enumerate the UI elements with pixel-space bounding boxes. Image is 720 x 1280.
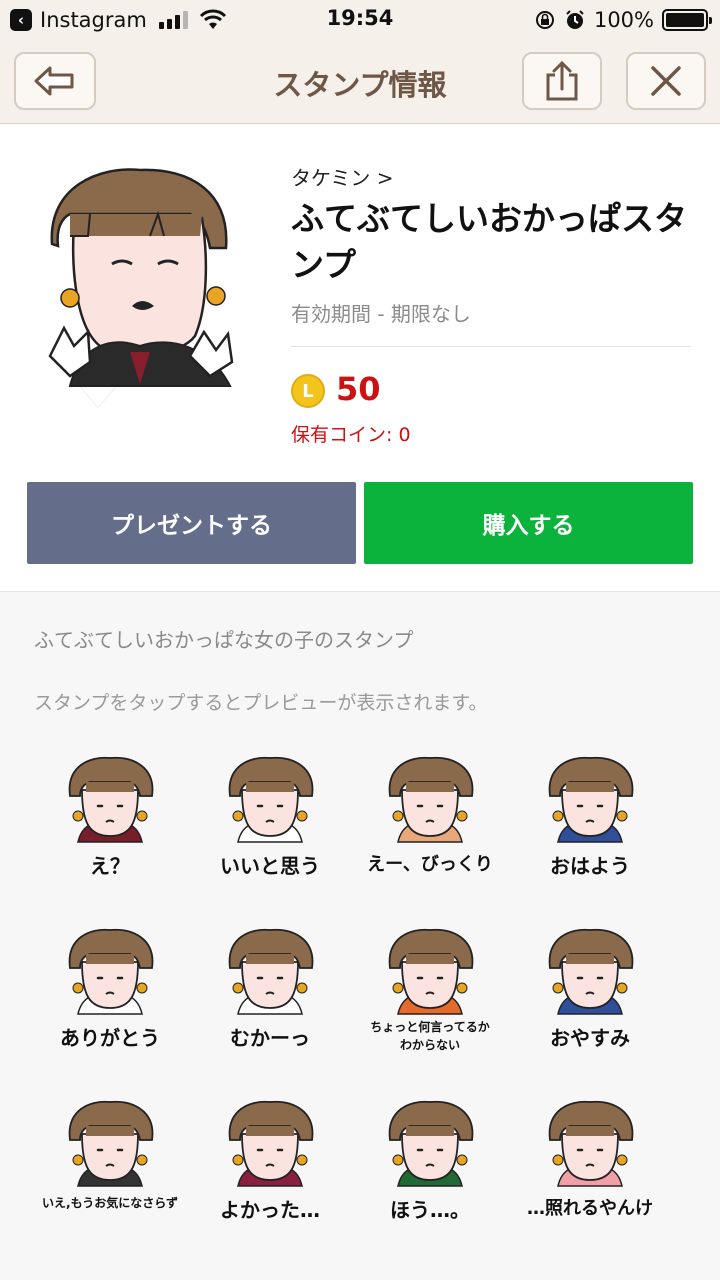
sticker-thumbnail[interactable]: いえ,もうお気になさらず xyxy=(30,1094,190,1244)
sticker-thumbnail[interactable]: …照れるやんけ xyxy=(510,1094,670,1244)
close-button[interactable] xyxy=(626,52,706,110)
sticker-caption: ありがとう xyxy=(60,1026,160,1050)
page-title: スタンプ情報 xyxy=(273,68,447,102)
sticker-caption: えー、びっくり xyxy=(367,854,493,875)
sticker-thumbnail[interactable]: え？ xyxy=(30,750,190,900)
sticker-caption: ちょっと何言ってるか わからない xyxy=(370,1020,490,1052)
battery-icon xyxy=(662,9,712,31)
battery-percent: 100% xyxy=(593,8,654,32)
sticker-image xyxy=(548,756,634,843)
sticker-description: ふてぶてしいおかっぱな女の子のスタンプ xyxy=(34,628,414,652)
sticker-thumbnail[interactable]: むかーっ xyxy=(190,922,350,1072)
sticker-image xyxy=(548,928,634,1015)
sticker-thumbnail[interactable]: おはよう xyxy=(510,750,670,900)
preview-hint: スタンプをタップするとプレビューが表示されます。 xyxy=(34,692,488,714)
sticker-caption: いいと思う xyxy=(220,854,320,878)
sticker-image xyxy=(388,1100,474,1187)
sticker-info-section: タケミン > ふてぶてしいおかっぱスタンプ 有効期間 - 期限なし L 50 保… xyxy=(0,124,720,592)
present-button[interactable]: プレゼントする xyxy=(27,482,356,564)
status-bar: ‹ Instagram 19:54 100% xyxy=(0,0,720,40)
sticker-title: ふてぶてしいおかっぱスタンプ xyxy=(291,199,687,284)
sticker-image xyxy=(228,756,314,843)
sticker-thumbnail[interactable]: よかった… xyxy=(190,1094,350,1244)
validity-period: 有効期間 - 期限なし xyxy=(291,302,471,326)
sticker-image xyxy=(68,1100,154,1187)
sticker-image xyxy=(548,1100,634,1187)
close-icon xyxy=(651,66,681,96)
buy-button[interactable]: 購入する xyxy=(364,482,693,564)
share-button[interactable] xyxy=(522,52,602,110)
price: 50 xyxy=(336,370,381,408)
sticker-caption: むかーっ xyxy=(230,1026,310,1050)
sticker-image xyxy=(68,928,154,1015)
owned-coins: 保有コイン: 0 xyxy=(291,424,411,446)
rotation-lock-icon xyxy=(535,11,554,29)
sticker-thumbnail[interactable]: えー、びっくり xyxy=(350,750,510,900)
alarm-icon xyxy=(566,10,584,29)
sticker-caption: …照れるやんけ xyxy=(527,1198,653,1219)
sticker-thumbnail[interactable]: おやすみ xyxy=(510,922,670,1072)
sticker-caption: え？ xyxy=(90,854,130,878)
sticker-image xyxy=(228,1100,314,1187)
divider xyxy=(291,346,691,347)
sticker-thumbnail[interactable]: ちょっと何言ってるか わからない xyxy=(350,922,510,1072)
sticker-image xyxy=(388,756,474,843)
sticker-thumbnail[interactable]: ほう…。 xyxy=(350,1094,510,1244)
creator-link[interactable]: タケミン > xyxy=(291,162,394,191)
sticker-thumbnail[interactable]: ありがとう xyxy=(30,922,190,1072)
sticker-caption: よかった… xyxy=(220,1198,320,1222)
sticker-image xyxy=(388,928,474,1015)
main-sticker-image[interactable] xyxy=(30,156,240,416)
sticker-caption: いえ,もうお気になさらず xyxy=(42,1196,178,1210)
sticker-image xyxy=(68,756,154,843)
sticker-caption: おはよう xyxy=(550,854,630,878)
sticker-caption: ほう…。 xyxy=(390,1198,470,1222)
sticker-caption: おやすみ xyxy=(550,1026,630,1050)
nav-header: スタンプ情報 xyxy=(0,40,720,124)
share-icon xyxy=(546,60,578,101)
line-coin-icon: L xyxy=(291,374,325,408)
sticker-thumbnail[interactable]: いいと思う xyxy=(190,750,350,900)
sticker-image xyxy=(228,928,314,1015)
